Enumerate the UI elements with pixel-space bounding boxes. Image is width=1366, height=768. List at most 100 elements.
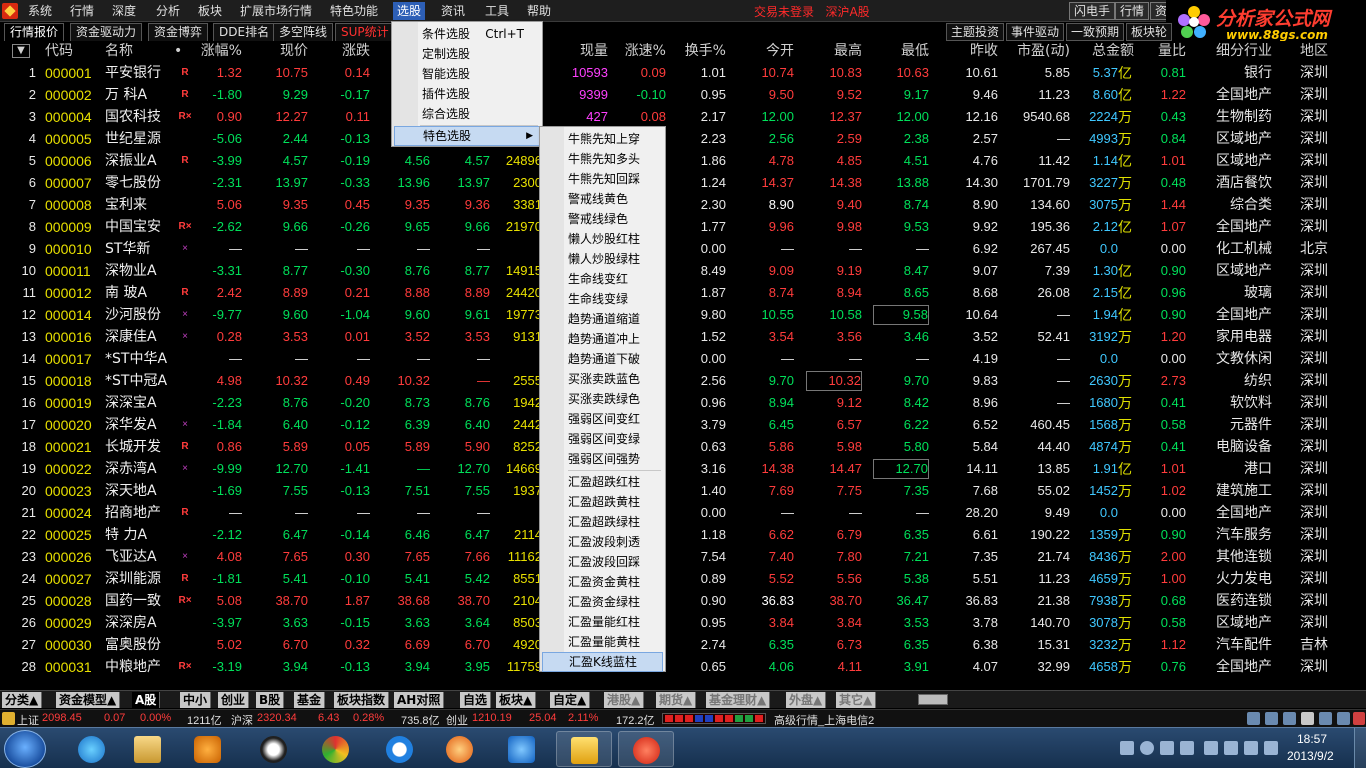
category-tab[interactable]: A股 [132, 692, 161, 708]
table-row[interactable]: 2000002万 科AR-1.809.29-0.1799399-0.100.95… [0, 84, 1366, 106]
category-tab[interactable]: 板块指数 [334, 692, 390, 708]
table-row[interactable]: 24 000027 深圳能源 R -1.81 5.41 -0.10 5.41 5.42 8551 0… [0, 568, 1366, 590]
network-icon[interactable] [1224, 741, 1238, 755]
taskbar-media-player[interactable] [180, 731, 236, 767]
featured-pick-item[interactable]: 趋势通道缩道 [542, 309, 663, 329]
table-row[interactable]: 8 000009 中国宝安 R× -2.62 9.66 -0.26 9.65 9.66 21970… [0, 216, 1366, 238]
category-tab[interactable]: AH对照 [394, 692, 445, 708]
featured-pick-item[interactable]: 汇盈波段回踩 [542, 552, 663, 572]
featured-pick-item[interactable]: 买涨卖跌蓝色 [542, 369, 663, 389]
table-row[interactable]: 20 000023 深天地A -1.69 7.55 -0.13 7.51 7.55 1937 1.… [0, 480, 1366, 502]
featured-pick-item[interactable]: 生命线变绿 [542, 289, 663, 309]
featured-pick-item[interactable]: 趋势通道下破 [542, 349, 663, 369]
featured-pick-item[interactable]: 汇盈波段刺透 [542, 532, 663, 552]
tab-event-driven[interactable]: 事件驱动 [1006, 23, 1065, 41]
menu-item-condition-pick[interactable]: 条件选股 Ctrl+T [394, 24, 540, 44]
menu-item-custom-pick[interactable]: 定制选股 [394, 44, 540, 64]
table-row[interactable]: 22 000025 特 力A -2.12 6.47 -0.14 6.46 6.47 2114 1.… [0, 524, 1366, 546]
col-header-turnover[interactable]: 换手% [670, 41, 726, 61]
featured-pick-item[interactable]: 强弱区间变红 [542, 409, 663, 429]
featured-pick-item[interactable]: 汇盈超跌黄柱 [542, 492, 663, 512]
category-tab[interactable]: 创业 [218, 692, 250, 708]
trade-login-status[interactable]: 交易未登录 深沪A股 [754, 3, 870, 20]
category-tab[interactable]: 外盘▲ [786, 692, 827, 708]
taskbar-thunder[interactable] [432, 731, 488, 767]
menu-item-combined-pick[interactable]: 综合选股 [394, 104, 540, 124]
tab-quote-list[interactable]: 行情报价 [4, 23, 65, 41]
table-row[interactable]: 1000001平安银行R1.3210.750.141105930.091.011… [0, 62, 1366, 84]
tab-sector-rotation[interactable]: 板块轮 [1126, 23, 1173, 41]
show-desktop-button[interactable] [1354, 728, 1366, 768]
taskbar-ie[interactable] [64, 731, 120, 767]
table-row[interactable]: 6 000007 零七股份 -2.31 13.97 -0.33 13.96 13.97 2300… [0, 172, 1366, 194]
menu-item-featured-pick[interactable]: 特色选股 ▶ [394, 126, 540, 146]
category-tab[interactable]: 其它▲ [836, 692, 877, 708]
table-row[interactable]: 9 000010 ST华新 × — — — — —0.00— — —6.92 267.45 0.0 0.0… [0, 238, 1366, 260]
menu-extended-market[interactable]: 扩展市场行情 [236, 2, 316, 20]
featured-pick-item[interactable]: 警戒线绿色 [542, 209, 663, 229]
col-header-amount[interactable]: 总金额 [1074, 41, 1134, 61]
table-row[interactable]: 27 000030 富奥股份 5.02 6.70 0.32 6.69 6.70 4920 2.74… [0, 634, 1366, 656]
table-row[interactable]: 13 000016 深康佳A × 0.28 3.53 0.01 3.52 3.53 9131 1.5… [0, 326, 1366, 348]
table-row[interactable]: 16 000019 深深宝A -2.23 8.76 -0.20 8.73 8.76 1942 0.… [0, 392, 1366, 414]
menu-help[interactable]: 帮助 [523, 2, 555, 20]
featured-pick-item[interactable]: 汇盈超跌绿柱 [542, 512, 663, 532]
col-header-industry[interactable]: 细分行业 [1196, 41, 1272, 61]
table-row[interactable]: 17 000020 深华发A × -1.84 6.40 -0.12 6.39 6.40 2442 3… [0, 414, 1366, 436]
quotes-button[interactable]: 行情 [1115, 2, 1150, 20]
category-tab[interactable]: 基金 [294, 692, 326, 708]
featured-pick-item[interactable]: 生命线变红 [542, 269, 663, 289]
expand-tray-icon[interactable] [1180, 741, 1194, 755]
menu-quotes[interactable]: 行情 [66, 2, 98, 20]
col-header-open[interactable]: 今开 [738, 41, 794, 61]
category-tab[interactable]: 自选 [460, 692, 492, 708]
table-row[interactable]: 10 000011 深物业A -3.31 8.77 -0.30 8.76 8.77 14915 8… [0, 260, 1366, 282]
taskbar-security[interactable] [494, 731, 550, 767]
help-icon[interactable] [1140, 741, 1154, 755]
table-row[interactable]: 25 000028 国药一致 R× 5.08 38.70 1.87 38.68 38.70 210… [0, 590, 1366, 612]
tab-fund-game[interactable]: 资金博弈 [148, 23, 209, 41]
col-header-pct[interactable]: 涨幅% [186, 41, 242, 61]
featured-pick-item[interactable]: 汇盈资金黄柱 [542, 572, 663, 592]
table-row[interactable]: 14 000017 *ST中华A — — — — — 0.00 — — — 4.19 — 0.0 0.00 文教… [0, 348, 1366, 370]
tray-app-icon[interactable] [1264, 741, 1278, 755]
col-header-pe[interactable]: 市盈(动) [1000, 41, 1070, 61]
tab-long-short[interactable]: 多空阵线 [273, 23, 334, 41]
tab-sup-stats[interactable]: SUP统计 [335, 23, 395, 41]
category-tab[interactable]: 基金理财▲ [706, 692, 771, 708]
featured-pick-item[interactable]: 强弱区间强势 [542, 449, 663, 469]
start-button[interactable] [4, 730, 46, 768]
table-row[interactable]: 23 000026 飞亚达A × 4.08 7.65 0.30 7.65 7.66 11162 7.… [0, 546, 1366, 568]
table-row[interactable]: 19 000022 深赤湾A × -9.99 12.70 -1.41—12.70 14669 3… [0, 458, 1366, 480]
tab-fund-drive[interactable]: 资金驱动力 [70, 23, 143, 41]
refresh-icon[interactable] [1247, 712, 1260, 725]
restore-icon[interactable] [1337, 712, 1350, 725]
mail-icon[interactable] [1283, 712, 1296, 725]
featured-pick-item[interactable]: 汇盈超跌红柱 [542, 472, 663, 492]
category-tab[interactable]: 分类▲ [2, 692, 43, 708]
table-row[interactable]: 3000004国农科技R×0.9012.270.1134270.082.1712… [0, 106, 1366, 128]
language-icon[interactable] [1160, 741, 1174, 755]
featured-pick-item[interactable]: 汇盈K线蓝柱 [542, 652, 663, 672]
featured-pick-item[interactable]: 牛熊先知上穿 [542, 129, 663, 149]
taskbar-notes[interactable] [556, 731, 612, 767]
menu-tools[interactable]: 工具 [481, 2, 513, 20]
horizontal-scrollbar[interactable] [918, 694, 948, 705]
category-tab[interactable]: B股 [256, 692, 285, 708]
featured-pick-item[interactable]: 懒人炒股红柱 [542, 229, 663, 249]
clock-date[interactable]: 2013/9/2 [1287, 749, 1334, 763]
taskbar-explorer[interactable] [120, 731, 176, 767]
category-tab[interactable]: 自定▲ [550, 692, 591, 708]
featured-pick-item[interactable]: 懒人炒股绿柱 [542, 249, 663, 269]
col-header-high[interactable]: 最高 [806, 41, 862, 61]
category-tab[interactable]: 期货▲ [656, 692, 697, 708]
minimize-icon[interactable] [1319, 712, 1332, 725]
col-header-name[interactable]: 名称 [105, 41, 165, 61]
settings-icon[interactable] [1301, 712, 1314, 725]
menu-item-smart-pick[interactable]: 智能选股 [394, 64, 540, 84]
menu-stock-picking[interactable]: 选股 [393, 2, 426, 20]
taskbar-browser[interactable] [308, 731, 364, 767]
featured-pick-item[interactable]: 汇盈资金绿柱 [542, 592, 663, 612]
col-header-price[interactable]: 现价 [252, 41, 308, 61]
close-icon[interactable] [1353, 712, 1365, 725]
